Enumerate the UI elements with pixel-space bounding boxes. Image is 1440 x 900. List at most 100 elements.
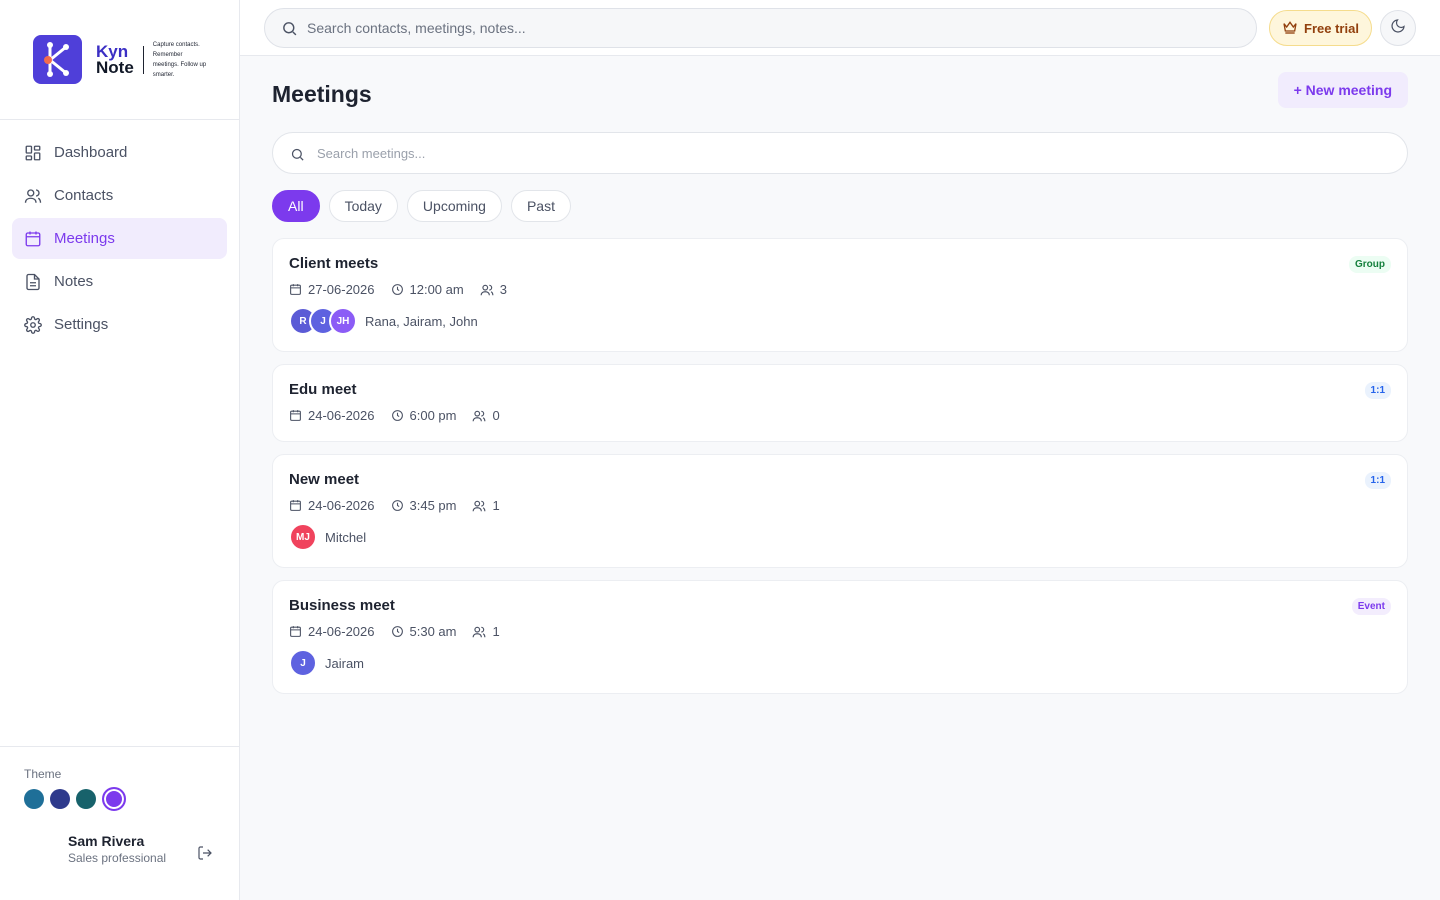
filter-past[interactable]: Past [510, 190, 571, 222]
logo-area: Kyn Note Capture contacts. Remember meet… [0, 0, 239, 120]
free-trial-label: Free trial [1304, 20, 1359, 36]
sidebar-item-contacts[interactable]: Contacts [12, 175, 227, 216]
sidebar-item-label: Meetings [54, 230, 115, 247]
calendar-icon [24, 230, 42, 248]
sidebar-footer: Theme Sam Rivera Sales professional [0, 746, 239, 900]
crown-icon [1282, 19, 1298, 38]
calendar-icon [290, 284, 301, 295]
meeting-participants: R J JH Rana, Jairam, John [289, 307, 1391, 335]
sidebar-nav: Dashboard Contacts Meetings Notes Settin… [0, 120, 239, 345]
filter-all[interactable]: All [272, 190, 320, 222]
free-trial-button[interactable]: Free trial [1269, 10, 1372, 46]
meeting-time: 3:45 pm [391, 498, 457, 513]
meeting-type-badge: 1:1 [1364, 382, 1391, 399]
meeting-attendees: 1 [472, 498, 500, 513]
meetings-search[interactable] [272, 132, 1408, 174]
meetings-list: Client meets Group 27-06-2026 12:00 am 3 [272, 238, 1408, 694]
theme-label: Theme [24, 767, 62, 781]
meeting-title: Client meets [289, 255, 379, 272]
meeting-meta: 27-06-2026 12:00 am 3 [289, 282, 1391, 297]
meeting-title: New meet [289, 471, 360, 488]
participant-names: Mitchel [325, 529, 367, 545]
clock-icon [391, 626, 403, 637]
clock-icon [391, 410, 403, 421]
gear-icon [24, 315, 42, 334]
new-meeting-button[interactable]: + New meeting [1277, 72, 1408, 108]
sidebar-item-settings[interactable]: Settings [12, 304, 227, 345]
participant-names: Rana, Jairam, John [365, 313, 478, 329]
attendee-count: 0 [492, 408, 500, 423]
sidebar-item-label: Contacts [54, 187, 114, 204]
meetings-search-input[interactable] [317, 145, 1407, 161]
theme-swatch-indigo[interactable] [50, 789, 70, 809]
page-header: Meetings + New meeting [272, 56, 1408, 132]
meeting-card[interactable]: Business meet Event 24-06-2026 5:30 am 1 [272, 580, 1408, 694]
avatar: J [289, 649, 317, 677]
meeting-attendees: 1 [472, 624, 500, 639]
meeting-time: 5:30 am [391, 624, 457, 639]
meeting-card[interactable]: Client meets Group 27-06-2026 12:00 am 3 [272, 238, 1408, 352]
sidebar-item-label: Dashboard [54, 144, 128, 161]
avatar-stack: J [289, 649, 317, 677]
meeting-time-text: 6:00 pm [409, 408, 457, 423]
meeting-attendees: 0 [472, 408, 500, 423]
theme-swatch-teal[interactable] [76, 789, 96, 809]
users-icon [473, 500, 486, 511]
meeting-participants: J Jairam [289, 649, 1391, 677]
logout-icon[interactable] [197, 845, 215, 863]
meeting-meta: 24-06-2026 6:00 pm 0 [289, 408, 1391, 423]
meeting-time: 6:00 pm [391, 408, 457, 423]
clock-icon [391, 500, 403, 511]
sidebar: Kyn Note Capture contacts. Remember meet… [0, 0, 240, 900]
meeting-title: Business meet [289, 597, 395, 614]
meeting-type-badge: Group [1349, 256, 1391, 273]
filter-today[interactable]: Today [328, 190, 398, 222]
theme-swatch-ocean[interactable] [24, 789, 44, 809]
logo-tagline: Capture contacts. Remember meetings. Fol… [152, 41, 207, 78]
theme-swatches [24, 787, 215, 811]
meeting-date-text: 27-06-2026 [308, 282, 375, 297]
dashboard-icon [24, 144, 42, 162]
user-profile[interactable]: Sam Rivera Sales professional [24, 833, 215, 865]
clock-icon [391, 284, 403, 295]
avatar: MJ [289, 523, 317, 551]
calendar-icon [290, 410, 301, 421]
theme-swatch-purple[interactable] [102, 787, 126, 811]
global-search-input[interactable] [307, 20, 1256, 36]
meeting-date-text: 24-06-2026 [308, 624, 375, 639]
meeting-time-text: 5:30 am [409, 624, 457, 639]
meeting-date: 24-06-2026 [289, 624, 375, 639]
meeting-card[interactable]: Edu meet 1:1 24-06-2026 6:00 pm 0 [272, 364, 1408, 442]
attendee-count: 3 [499, 282, 507, 297]
meeting-meta: 24-06-2026 5:30 am 1 [289, 624, 1391, 639]
calendar-icon [290, 500, 301, 511]
dark-mode-toggle[interactable] [1380, 10, 1416, 46]
meeting-date: 24-06-2026 [289, 498, 375, 513]
page-title: Meetings [272, 80, 372, 107]
user-role: Sales professional [68, 851, 167, 865]
search-icon [290, 147, 305, 167]
meeting-meta: 24-06-2026 3:45 pm 1 [289, 498, 1391, 513]
participant-names: Jairam [325, 655, 365, 671]
sidebar-item-notes[interactable]: Notes [12, 261, 227, 302]
meeting-time-text: 3:45 pm [409, 498, 457, 513]
meeting-date-text: 24-06-2026 [308, 408, 375, 423]
file-text-icon [24, 273, 42, 291]
sidebar-item-meetings[interactable]: Meetings [12, 218, 227, 259]
meeting-date: 24-06-2026 [289, 408, 375, 423]
meeting-type-badge: 1:1 [1364, 472, 1391, 489]
attendee-count: 1 [492, 624, 500, 639]
sidebar-item-dashboard[interactable]: Dashboard [12, 132, 227, 173]
meeting-time: 12:00 am [391, 282, 464, 297]
filter-chips: All Today Upcoming Past [272, 190, 1408, 222]
global-search[interactable] [264, 8, 1257, 48]
meeting-date: 27-06-2026 [289, 282, 375, 297]
avatar-stack: R J JH [289, 307, 357, 335]
kynnote-logo-icon[interactable] [33, 35, 82, 84]
logo-word-note: Note [96, 57, 134, 77]
main-content: Meetings + New meeting All Today Upcomin… [272, 56, 1408, 706]
user-name: Sam Rivera [68, 833, 145, 849]
filter-upcoming[interactable]: Upcoming [406, 190, 502, 222]
users-icon [24, 187, 42, 205]
meeting-card[interactable]: New meet 1:1 24-06-2026 3:45 pm 1 MJ Mit… [272, 454, 1408, 568]
